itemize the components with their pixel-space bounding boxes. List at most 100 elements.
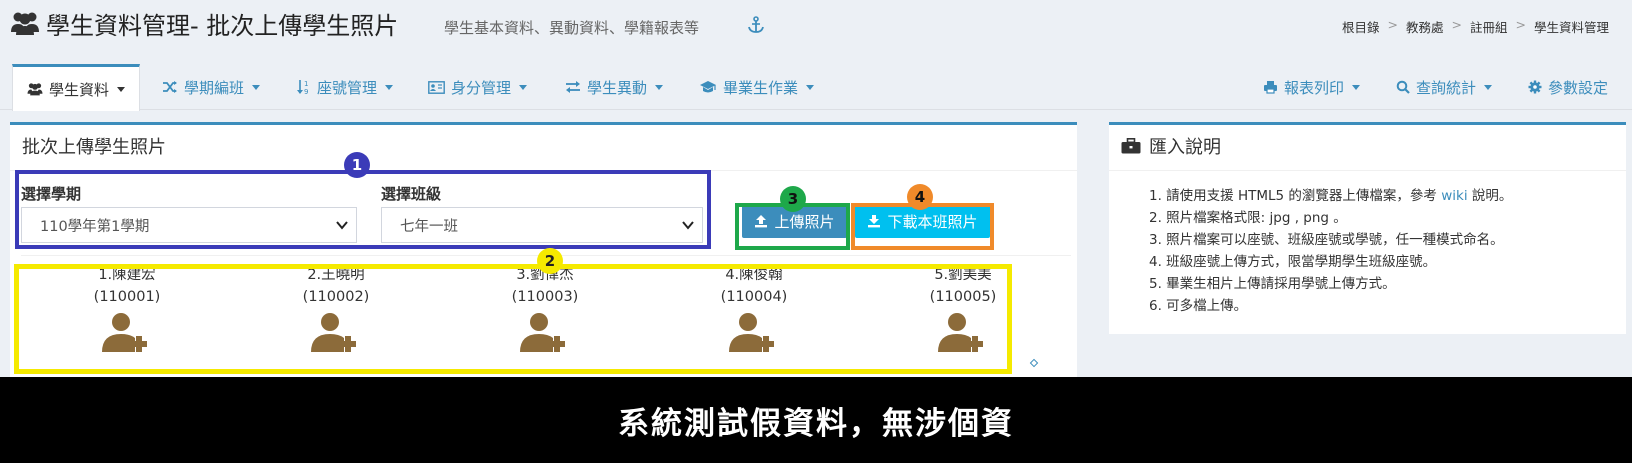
- nav-settings[interactable]: 參數設定: [1514, 64, 1622, 110]
- import-instructions-panel: 匯入說明 1. 請使用支援 HTML5 的瀏覽器上傳檔案，參考 wiki 說明。…: [1109, 122, 1626, 334]
- chevron-down-icon: [682, 221, 694, 230]
- instruction-text: 說明。: [1467, 188, 1513, 204]
- student-name: 2.王曉明: [307, 267, 365, 283]
- anchor-icon[interactable]: [748, 16, 764, 34]
- gear-icon: [1528, 80, 1542, 94]
- add-user-icon[interactable]: [100, 312, 154, 352]
- nav-label: 學生資料: [49, 80, 110, 99]
- chevron-down-icon: [1352, 84, 1361, 90]
- instruction-item: 3. 照片檔案可以座號、班級座號或學號，任一種模式命名。: [1149, 232, 1504, 248]
- nav-label: 座號管理: [317, 78, 378, 97]
- instruction-item: 6. 可多檔上傳。: [1149, 298, 1248, 314]
- users-icon: [11, 12, 39, 35]
- graduation-cap-icon: [700, 81, 716, 93]
- search-icon: [1396, 80, 1410, 94]
- student-id: (110003): [511, 289, 579, 305]
- nav-label: 學生異動: [587, 78, 648, 97]
- class-select[interactable]: 七年一班: [381, 207, 703, 243]
- student-id: (110004): [720, 289, 788, 305]
- print-icon: [1264, 81, 1277, 94]
- chevron-down-icon: [336, 221, 348, 230]
- annotation-badge-2: 2: [537, 248, 563, 274]
- nav-identity[interactable]: 身分管理: [414, 64, 541, 110]
- student-id: (110001): [93, 289, 161, 305]
- class-select-value: 七年一班: [400, 218, 458, 235]
- breadcrumb-separator: >: [1451, 17, 1462, 32]
- shuffle-icon: [163, 81, 177, 93]
- chevron-down-icon: [385, 84, 394, 90]
- add-user-icon[interactable]: [518, 312, 572, 352]
- breadcrumb-item-registration[interactable]: 註冊組: [1470, 17, 1508, 36]
- semester-label: 選擇學期: [21, 185, 82, 203]
- users-icon: [27, 83, 43, 96]
- divider: [1109, 170, 1626, 171]
- instruction-item: 1. 請使用支援 HTML5 的瀏覽器上傳檔案，參考 wiki 說明。: [1149, 185, 1512, 207]
- briefcase-icon: [1121, 138, 1141, 154]
- student-name: 1.陳建宏: [98, 267, 156, 283]
- upload-photo-label: 上傳照片: [774, 212, 835, 231]
- nav-label: 查詢統計: [1416, 78, 1477, 97]
- page-title: 學生資料管理- 批次上傳學生照片: [46, 12, 399, 40]
- nav-report-print[interactable]: 報表列印: [1249, 64, 1374, 110]
- annotation-badge-4: 4: [907, 184, 933, 210]
- student-card[interactable]: 3.劉偉杰 (110003): [480, 264, 610, 352]
- instruction-item: 5. 畢業生相片上傳請採用學號上傳方式。: [1149, 276, 1396, 292]
- student-id: (110005): [929, 289, 997, 305]
- page-header: 學生資料管理- 批次上傳學生照片 學生基本資料、異動資料、學籍報表等 根目錄 >…: [0, 0, 1632, 52]
- nav-query-stats[interactable]: 查詢統計: [1382, 64, 1506, 110]
- semester-select[interactable]: 110學年第1學期: [21, 207, 357, 243]
- instruction-item: 2. 照片檔案格式限: jpg , png 。: [1149, 210, 1347, 226]
- instruction-item: 4. 班級座號上傳方式，限當學期學生班級座號。: [1149, 254, 1437, 270]
- breadcrumb: 根目錄 > 教務處 > 註冊組 > 學生資料管理: [1342, 17, 1632, 36]
- chevron-down-icon: [1484, 84, 1493, 90]
- nav-seat-number[interactable]: 19 座號管理: [283, 64, 407, 110]
- breadcrumb-item-academic-affairs[interactable]: 教務處: [1406, 17, 1444, 36]
- chevron-down-icon: [806, 84, 815, 90]
- nav-label: 參數設定: [1548, 78, 1609, 97]
- panel-title: 批次上傳學生照片: [22, 137, 166, 158]
- student-name: 5.劉美美: [934, 267, 992, 283]
- instructions-title-text: 匯入說明: [1149, 137, 1221, 158]
- id-card-icon: [428, 80, 445, 94]
- student-card[interactable]: 2.王曉明 (110002): [271, 264, 401, 352]
- student-name: 4.陳俊翰: [725, 267, 783, 283]
- nav-student-transfer[interactable]: 學生異動: [551, 64, 677, 110]
- student-id: (110002): [302, 289, 370, 305]
- nav-label: 學期編班: [184, 78, 245, 97]
- divider: [10, 170, 1077, 171]
- student-card[interactable]: 5.劉美美 (110005): [898, 264, 1028, 352]
- instructions-title: 匯入說明: [1121, 133, 1221, 159]
- add-user-icon[interactable]: [936, 312, 990, 352]
- caption-banner: 系統測試假資料，無涉個資: [0, 377, 1632, 463]
- svg-text:1: 1: [304, 80, 308, 88]
- wiki-link[interactable]: wiki: [1441, 188, 1467, 204]
- breadcrumb-item-root[interactable]: 根目錄: [1342, 17, 1380, 36]
- download-class-photos-label: 下載本班照片: [887, 212, 978, 231]
- nav-label: 報表列印: [1284, 78, 1345, 97]
- upload-icon: [755, 215, 768, 228]
- sort-icon: 19: [297, 80, 308, 95]
- annotation-badge-1: 1: [344, 152, 370, 178]
- chevron-down-icon: [117, 86, 126, 92]
- download-icon: [868, 215, 881, 228]
- nav-label: 畢業生作業: [723, 78, 799, 97]
- add-user-icon[interactable]: [309, 312, 363, 352]
- chevron-down-icon: [252, 84, 261, 90]
- instruction-text: 1. 請使用支援 HTML5 的瀏覽器上傳檔案，參考: [1149, 188, 1442, 204]
- add-user-icon[interactable]: [727, 312, 781, 352]
- nav-graduates[interactable]: 畢業生作業: [685, 64, 828, 110]
- nav-label: 身分管理: [451, 78, 512, 97]
- student-card[interactable]: 1.陳建宏 (110001): [62, 264, 192, 352]
- page-subtitle: 學生基本資料、異動資料、學籍報表等: [444, 19, 700, 37]
- chevron-down-icon: [655, 84, 664, 90]
- nav-semester-class[interactable]: 學期編班: [148, 64, 274, 110]
- nav-student-data[interactable]: 學生資料: [12, 64, 141, 111]
- student-card[interactable]: 4.陳俊翰 (110004): [689, 264, 819, 352]
- exchange-icon: [566, 81, 580, 93]
- instructions-list: 1. 請使用支援 HTML5 的瀏覽器上傳檔案，參考 wiki 說明。 2. 照…: [1149, 185, 1512, 317]
- annotation-badge-3: 3: [780, 186, 806, 212]
- breadcrumb-separator: >: [1515, 17, 1526, 32]
- svg-text:9: 9: [304, 88, 308, 95]
- main-nav: 學生資料 學期編班 19 座號管理 身分管理 學生異動 畢業生作業 報表列印 查…: [0, 64, 1632, 111]
- semester-select-value: 110學年第1學期: [40, 218, 150, 235]
